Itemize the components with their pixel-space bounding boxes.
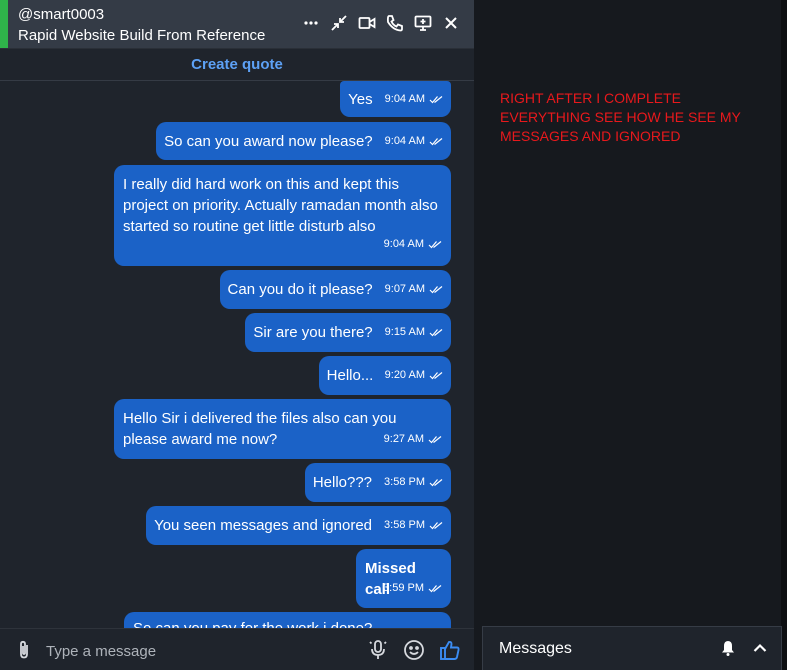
quote-bar: Create quote (0, 49, 474, 81)
chat-header: @smart0003 Rapid Website Build From Refe… (0, 0, 474, 49)
message-meta: 9:27 AM (384, 429, 442, 450)
message-bubble[interactable]: Sir are you there? 9:15 AM (245, 313, 451, 352)
close-icon[interactable] (440, 11, 462, 35)
message-meta: 3:58 PM (384, 472, 443, 493)
message-bubble[interactable]: I really did hard work on this and kept … (114, 165, 451, 266)
read-receipt-icon (429, 286, 443, 294)
message-time: 9:20 AM (384, 369, 425, 381)
message-bubble[interactable]: Hello... 9:20 AM (318, 356, 451, 395)
message-time: 3:59 PM (383, 582, 424, 594)
message-text: Hello... (326, 367, 373, 384)
message-text: Yes (348, 90, 373, 108)
phone-call-icon[interactable] (384, 11, 406, 35)
annotation-text: RIGHT AFTER I COMPLETE EVERYTHING SEE HO… (500, 90, 741, 144)
message-meta: 3:59 PM (383, 578, 442, 599)
message-meta: 9:07 AM (385, 279, 443, 300)
messages-panel[interactable]: Messages (482, 626, 782, 670)
message-bubble[interactable]: You seen messages and ignored 3:58 PM (146, 506, 451, 545)
composer-actions (366, 638, 462, 662)
read-receipt-icon (429, 95, 443, 103)
read-receipt-icon (429, 479, 443, 487)
message-time: 3:58 PM (384, 476, 425, 488)
message-bubble[interactable]: So can you award now please? 9:04 AM (156, 122, 451, 160)
page-edge (781, 0, 787, 670)
video-call-icon[interactable] (356, 11, 378, 35)
attach-file-icon[interactable] (16, 640, 32, 665)
message-time: 9:04 AM (383, 238, 424, 250)
message-time: 9:07 AM (384, 283, 425, 295)
more-icon[interactable] (300, 11, 322, 35)
message-time: 9:04 AM (384, 92, 425, 105)
message-bubble[interactable]: Can you do it please? 9:07 AM (219, 270, 451, 309)
online-indicator (0, 0, 8, 48)
read-receipt-icon (429, 329, 443, 337)
voice-message-icon[interactable] (366, 638, 390, 662)
message-meta: 9:20 AM (385, 365, 443, 386)
read-receipt-icon (429, 137, 443, 145)
message-time: 9:04 AM (384, 134, 425, 147)
minimize-icon[interactable] (328, 11, 350, 35)
message-bubble[interactable]: Hello??? 3:58 PM (304, 463, 451, 502)
message-time: 9:27 AM (383, 433, 424, 445)
message-meta: 3:58 PM (384, 515, 443, 536)
message-input[interactable] (44, 638, 348, 664)
messages-panel-actions (719, 639, 769, 657)
message-text: So can you award now please? (164, 132, 373, 150)
message-text: I really did hard work on this and kept … (123, 176, 438, 235)
header-actions (300, 11, 462, 35)
screen-share-icon[interactable] (412, 11, 434, 35)
message-text: So can you pay for the work i done? (133, 618, 442, 628)
message-bubble[interactable]: Hello Sir i delivered the files also can… (114, 399, 451, 459)
message-text: Hello??? (312, 474, 373, 491)
bell-icon[interactable] (719, 639, 737, 657)
message-meta: 9:15 AM (385, 322, 443, 343)
message-meta: 9:04 AM (384, 234, 442, 255)
message-bubble[interactable]: Yes 9:04 AM (340, 81, 451, 117)
message-bubble-missed-call[interactable]: Missed call 3:59 PM (356, 549, 451, 608)
gutter (474, 0, 484, 670)
emoji-icon[interactable] (402, 638, 426, 662)
read-receipt-icon (429, 522, 443, 530)
read-receipt-icon (428, 436, 442, 444)
message-time: 3:58 PM (384, 519, 425, 531)
message-text: Sir are you there? (253, 324, 373, 341)
message-list[interactable]: Yes 9:04 AM So can you award now please?… (0, 81, 474, 628)
thumbs-up-icon[interactable] (438, 638, 462, 662)
message-bubble[interactable]: So can you pay for the work i done? (124, 612, 451, 628)
message-time: 9:15 AM (384, 326, 425, 338)
read-receipt-icon (428, 585, 442, 593)
chat-window: @smart0003 Rapid Website Build From Refe… (0, 0, 474, 670)
messages-panel-title: Messages (499, 640, 572, 657)
message-meta: 9:04 AM (385, 131, 443, 152)
read-receipt-icon (428, 241, 442, 249)
message-text: Can you do it please? (227, 281, 373, 298)
contact-handle[interactable]: @smart0003 (18, 6, 104, 23)
message-meta: 9:04 AM (385, 89, 443, 110)
project-title[interactable]: Rapid Website Build From Reference (18, 27, 265, 44)
chevron-up-icon[interactable] (751, 639, 769, 657)
message-text: You seen messages and ignored (154, 517, 373, 534)
message-composer (0, 628, 474, 670)
read-receipt-icon (429, 372, 443, 380)
create-quote-button[interactable]: Create quote (191, 56, 283, 73)
